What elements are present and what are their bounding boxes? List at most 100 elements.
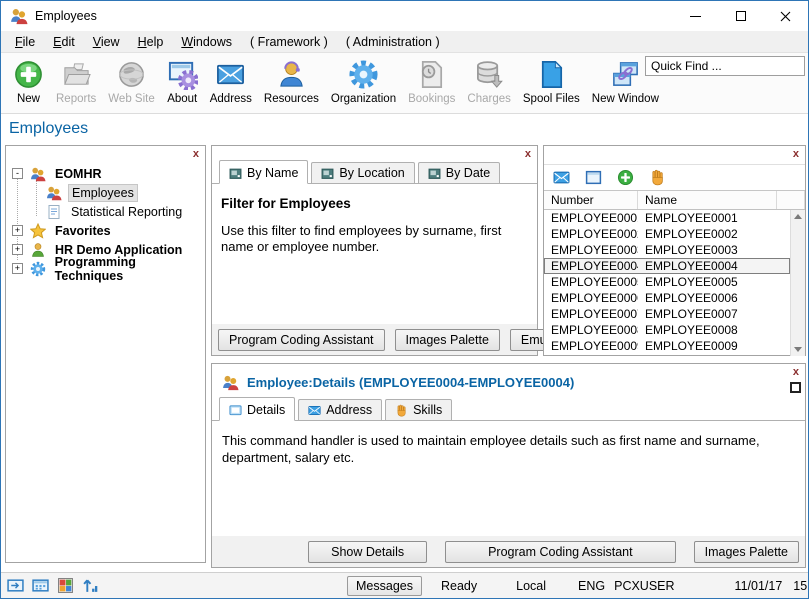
tab-label: By Name [247, 166, 298, 180]
tab-by-date[interactable]: By Date [418, 162, 500, 184]
organization-button[interactable]: Organization [325, 58, 402, 107]
new-button[interactable]: New [7, 58, 50, 107]
details-header: Employee:Details (EMPLOYEE0004-EMPLOYEE0… [212, 364, 805, 397]
collapse-icon[interactable]: - [12, 168, 23, 179]
tree-item-favorites[interactable]: + Favorites [6, 221, 205, 240]
tab-skills[interactable]: Skills [385, 399, 452, 421]
status-language: ENG [578, 579, 605, 593]
employee-row[interactable]: EMPLOYEE0008EMPLOYEE0008 [544, 322, 805, 338]
expand-icon[interactable]: + [12, 225, 23, 236]
envelope-icon[interactable] [553, 169, 570, 186]
cell-number: EMPLOYEE0008 [544, 323, 638, 337]
details-panel-close-button[interactable]: x [790, 366, 802, 378]
details-tabs: Details Address Skills [212, 397, 805, 421]
messages-button[interactable]: Messages [347, 576, 422, 596]
hand-icon[interactable] [649, 169, 666, 186]
menu-view[interactable]: View [84, 33, 129, 51]
reports-button: Reports [50, 58, 102, 107]
cell-name: EMPLOYEE0008 [638, 323, 777, 337]
employee-row[interactable]: EMPLOYEE0005EMPLOYEE0005 [544, 274, 805, 290]
address-button[interactable]: Address [204, 58, 258, 107]
window-title: Employees [35, 9, 97, 23]
tree-item-employees[interactable]: Employees [6, 183, 205, 202]
details-title: Employee:Details (EMPLOYEE0004-EMPLOYEE0… [247, 375, 574, 390]
tree-item-statistical-reporting[interactable]: Statistical Reporting [6, 202, 205, 221]
menu-administration[interactable]: ( Administration ) [337, 33, 449, 51]
close-button[interactable] [763, 1, 808, 31]
window-icon[interactable] [585, 169, 602, 186]
menu-edit[interactable]: Edit [44, 33, 84, 51]
tree-panel-close-button[interactable]: x [190, 148, 202, 160]
cell-number: EMPLOYEE0002 [544, 227, 638, 241]
organization-icon [348, 59, 379, 90]
form-tab-icon [428, 167, 441, 180]
window-grid-icon[interactable] [32, 577, 49, 594]
tool-label: New [17, 93, 40, 105]
about-button[interactable]: About [161, 58, 204, 107]
menu-help[interactable]: Help [129, 33, 173, 51]
show-details-button[interactable]: Show Details [308, 541, 427, 563]
filter-panel-close-button[interactable]: x [522, 148, 534, 160]
window-switch-icon[interactable] [7, 577, 24, 594]
tool-label: Reports [56, 93, 96, 105]
quick-find-input[interactable] [645, 56, 805, 76]
sort-ascending-icon[interactable] [82, 577, 99, 594]
add-icon[interactable] [617, 169, 634, 186]
employee-row[interactable]: EMPLOYEE0002EMPLOYEE0002 [544, 226, 805, 242]
minimize-button[interactable] [673, 1, 718, 31]
about-icon [167, 59, 198, 90]
scroll-up-icon[interactable] [794, 214, 802, 219]
scroll-down-icon[interactable] [794, 347, 802, 352]
expand-icon[interactable]: + [12, 244, 23, 255]
status-icons [7, 577, 99, 594]
employee-row[interactable]: EMPLOYEE0003EMPLOYEE0003 [544, 242, 805, 258]
employee-row[interactable]: EMPLOYEE0007EMPLOYEE0007 [544, 306, 805, 322]
details-footer: Show Details Program Coding Assistant Im… [212, 536, 805, 567]
hand-icon [395, 404, 408, 417]
document-icon [46, 204, 62, 220]
expand-icon[interactable]: + [12, 263, 23, 274]
menu-framework[interactable]: ( Framework ) [241, 33, 337, 51]
cell-number: EMPLOYEE0005 [544, 275, 638, 289]
navigation-tree: - EOMHR Employees Statistical Reporting … [6, 160, 205, 278]
employee-row[interactable]: EMPLOYEE0006EMPLOYEE0006 [544, 290, 805, 306]
maximize-button[interactable] [718, 1, 763, 31]
tab-address[interactable]: Address [298, 399, 382, 421]
images-palette-button[interactable]: Images Palette [694, 541, 799, 563]
status-connection: Local [516, 579, 546, 593]
images-palette-button[interactable]: Images Palette [395, 329, 500, 351]
star-icon [30, 223, 46, 239]
tab-by-name[interactable]: By Name [219, 160, 308, 184]
cell-name: EMPLOYEE0004 [638, 259, 777, 273]
charges-button: Charges [461, 58, 516, 107]
tab-by-location[interactable]: By Location [311, 162, 414, 184]
employee-row[interactable]: EMPLOYEE0001EMPLOYEE0001 [544, 210, 805, 226]
employee-grid: Number Name EMPLOYEE0001EMPLOYEE0001 EMP… [544, 191, 805, 356]
menu-windows[interactable]: Windows [172, 33, 241, 51]
color-grid-icon[interactable] [57, 577, 74, 594]
list-panel-close-button[interactable]: x [790, 148, 802, 160]
vertical-scrollbar[interactable] [790, 210, 805, 356]
tree-item-programming-techniques[interactable]: + Programming Techniques [6, 259, 205, 278]
tree-item-eomhr[interactable]: - EOMHR [6, 164, 205, 183]
program-coding-assistant-button[interactable]: Program Coding Assistant [218, 329, 385, 351]
web-site-button: Web Site [102, 58, 160, 107]
column-header-number[interactable]: Number [544, 191, 638, 209]
status-bar: Messages Ready Local ENG PCXUSER 11/01/1… [1, 572, 808, 598]
spool-files-button[interactable]: Spool Files [517, 58, 586, 107]
employee-row[interactable]: EMPLOYEE0009EMPLOYEE0009 [544, 338, 805, 354]
reports-icon [61, 59, 92, 90]
tool-label: Resources [264, 93, 319, 105]
resources-button[interactable]: Resources [258, 58, 325, 107]
cell-name: EMPLOYEE0005 [638, 275, 777, 289]
form-tab-icon [229, 167, 242, 180]
program-coding-assistant-button[interactable]: Program Coding Assistant [445, 541, 676, 563]
website-icon [116, 59, 147, 90]
tab-details[interactable]: Details [219, 397, 295, 421]
employee-row-selected[interactable]: EMPLOYEE0004EMPLOYEE0004 [544, 258, 790, 274]
status-state: Ready [441, 579, 477, 593]
cell-number: EMPLOYEE0006 [544, 291, 638, 305]
column-header-name[interactable]: Name [638, 191, 777, 209]
menu-file[interactable]: File [6, 33, 44, 51]
details-panel-maximize-button[interactable] [790, 382, 801, 393]
